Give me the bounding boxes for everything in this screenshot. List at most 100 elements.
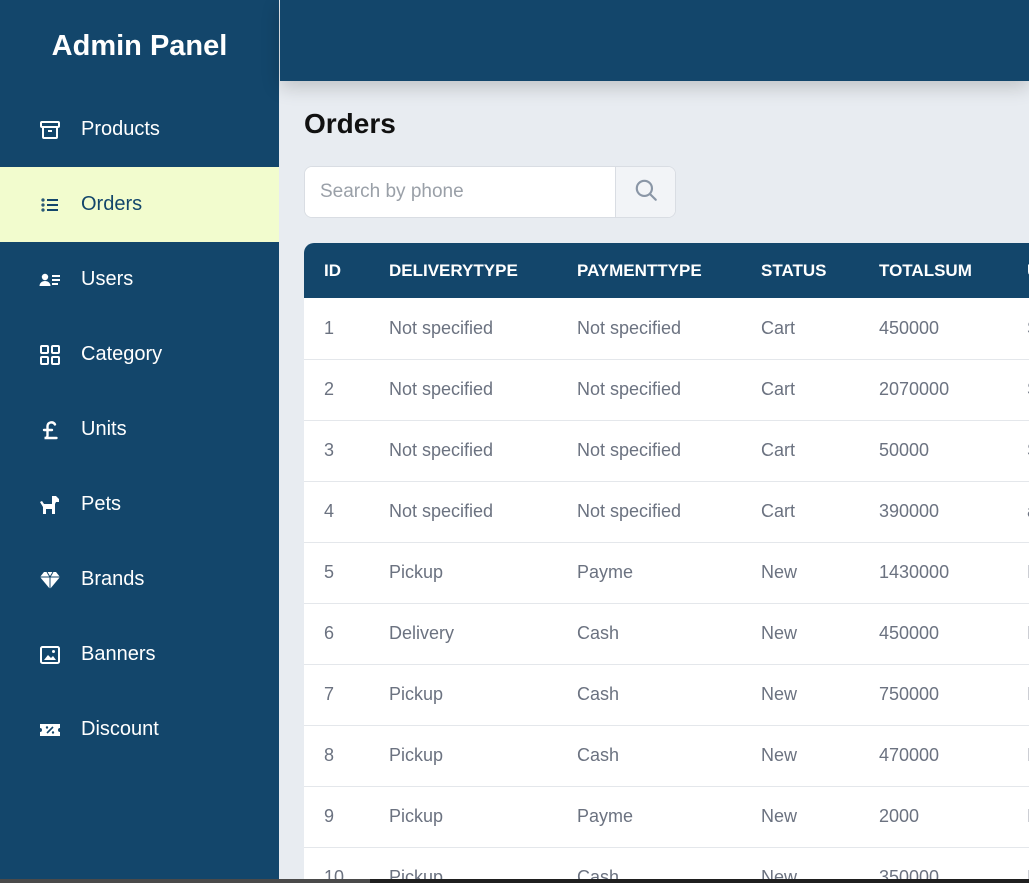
cell-total-sum: 450000 bbox=[879, 317, 940, 338]
user-list-icon bbox=[38, 268, 62, 292]
cell-id: 8 bbox=[324, 745, 335, 765]
top-header bbox=[280, 0, 1029, 81]
cell-total-sum: 750000 bbox=[879, 684, 940, 704]
table-row[interactable]: 9 Pickup Payme New 2000 I bbox=[304, 786, 1029, 847]
cell-status: Cart bbox=[761, 317, 796, 338]
sidebar-item-brands[interactable]: Brands bbox=[0, 542, 279, 617]
sidebar-item-discount[interactable]: Discount bbox=[0, 692, 279, 767]
cell-delivery-type: Pickup bbox=[389, 562, 444, 582]
diamond-icon bbox=[38, 568, 62, 592]
sidebar-item-users[interactable]: Users bbox=[0, 242, 279, 317]
list-icon bbox=[38, 193, 62, 217]
search-button[interactable] bbox=[615, 167, 675, 217]
sidebar-item-units[interactable]: Units bbox=[0, 392, 279, 467]
pound-icon bbox=[38, 418, 62, 442]
table-row[interactable]: 6 Delivery Cash New 450000 I bbox=[304, 603, 1029, 664]
sidebar-item-banners[interactable]: Banners bbox=[0, 617, 279, 692]
sidebar-item-label: Category bbox=[81, 343, 163, 365]
search-icon bbox=[633, 177, 659, 208]
cell-status: New bbox=[761, 745, 798, 765]
cell-total-sum: 50000 bbox=[879, 440, 930, 460]
sidebar-item-category[interactable]: Category bbox=[0, 317, 279, 392]
cell-payment-type: Not specified bbox=[577, 379, 682, 399]
cell-payment-type: Cash bbox=[577, 745, 620, 765]
cell-payment-type: Not specified bbox=[577, 317, 682, 338]
sidebar-item-label: Pets bbox=[81, 493, 122, 515]
column-header-paymenttype[interactable]: PAYMENTTYPE bbox=[557, 243, 741, 298]
cell-status: Cart bbox=[761, 379, 796, 399]
archive-icon bbox=[38, 118, 62, 142]
orders-table: ID DELIVERYTYPE PAYMENTTYPE STATUS TOTAL… bbox=[304, 243, 1029, 879]
cell-status: New bbox=[761, 684, 798, 704]
cell-truncated: I bbox=[1007, 542, 1029, 603]
cell-delivery-type: Not specified bbox=[389, 379, 494, 399]
sidebar-item-label: Orders bbox=[81, 193, 143, 215]
table-row[interactable]: 4 Not specified Not specified Cart 390000 a bbox=[304, 481, 1029, 542]
cell-payment-type: Payme bbox=[577, 806, 634, 826]
cell-total-sum: 2070000 bbox=[879, 379, 950, 399]
cell-payment-type: Cash bbox=[577, 684, 620, 704]
cell-id: 10 bbox=[324, 867, 345, 879]
column-header-deliverytype[interactable]: DELIVERYTYPE bbox=[369, 243, 557, 298]
table-header-row: ID DELIVERYTYPE PAYMENTTYPE STATUS TOTAL… bbox=[304, 243, 1029, 298]
dog-icon bbox=[38, 493, 62, 517]
cell-payment-type: Not specified bbox=[577, 440, 682, 460]
cell-status: New bbox=[761, 806, 798, 826]
sidebar-item-label: Banners bbox=[81, 643, 156, 665]
orders-table-container: ID DELIVERYTYPE PAYMENTTYPE STATUS TOTAL… bbox=[304, 243, 1029, 879]
cell-payment-type: Cash bbox=[577, 867, 620, 879]
sidebar-item-pets[interactable]: Pets bbox=[0, 467, 279, 542]
table-row[interactable]: 3 Not specified Not specified Cart 50000 S bbox=[304, 420, 1029, 481]
cell-truncated: I bbox=[1007, 603, 1029, 664]
cell-total-sum: 350000 bbox=[879, 867, 940, 879]
column-header-truncated[interactable]: U bbox=[1007, 243, 1029, 298]
search-input[interactable] bbox=[305, 167, 616, 217]
cell-delivery-type: Not specified bbox=[389, 317, 494, 338]
cell-id: 3 bbox=[324, 440, 335, 460]
cell-total-sum: 450000 bbox=[879, 623, 940, 643]
cell-truncated: I bbox=[1007, 847, 1029, 879]
column-header-id[interactable]: ID bbox=[304, 243, 369, 298]
cell-total-sum: 390000 bbox=[879, 501, 940, 521]
cell-delivery-type: Not specified bbox=[389, 501, 494, 521]
cell-delivery-type: Not specified bbox=[389, 440, 494, 460]
cell-delivery-type: Pickup bbox=[389, 806, 444, 826]
sidebar-item-label: Units bbox=[81, 418, 127, 440]
cell-id: 5 bbox=[324, 562, 335, 582]
cell-truncated: S bbox=[1007, 359, 1029, 420]
column-header-status[interactable]: STATUS bbox=[741, 243, 859, 298]
cell-truncated: I bbox=[1007, 725, 1029, 786]
cell-truncated: S bbox=[1007, 420, 1029, 481]
table-row[interactable]: 1 Not specified Not specified Cart 450000 S bbox=[304, 298, 1029, 359]
cell-delivery-type: Pickup bbox=[389, 867, 444, 879]
horizontal-scrollbar[interactable] bbox=[0, 879, 1029, 883]
cell-delivery-type: Pickup bbox=[389, 684, 444, 704]
column-header-totalsum[interactable]: TOTALSUM bbox=[859, 243, 1007, 298]
cell-id: 6 bbox=[324, 623, 335, 643]
cell-truncated: a bbox=[1007, 481, 1029, 542]
image-icon bbox=[38, 643, 62, 667]
cell-total-sum: 2000 bbox=[879, 806, 920, 826]
scrollbar-thumb[interactable] bbox=[0, 879, 370, 883]
cell-truncated: I bbox=[1007, 786, 1029, 847]
table-row[interactable]: 5 Pickup Payme New 1430000 I bbox=[304, 542, 1029, 603]
cell-total-sum: 1430000 bbox=[879, 562, 950, 582]
grid-icon bbox=[38, 343, 62, 367]
sidebar-item-label: Discount bbox=[81, 718, 159, 740]
sidebar-item-orders[interactable]: Orders bbox=[0, 167, 279, 242]
cell-status: Cart bbox=[761, 440, 796, 460]
cell-status: New bbox=[761, 623, 798, 643]
cell-total-sum: 470000 bbox=[879, 745, 940, 765]
sidebar-item-products[interactable]: Products bbox=[0, 92, 279, 167]
sidebar: Admin Panel Products Orders Users Catego… bbox=[0, 0, 279, 879]
search-bar bbox=[304, 166, 676, 218]
table-row[interactable]: 8 Pickup Cash New 470000 I bbox=[304, 725, 1029, 786]
cell-status: New bbox=[761, 562, 798, 582]
table-row[interactable]: 2 Not specified Not specified Cart 2070000 S bbox=[304, 359, 1029, 420]
cell-payment-type: Cash bbox=[577, 623, 620, 643]
cell-truncated: S bbox=[1007, 298, 1029, 359]
table-row[interactable]: 10 Pickup Cash New 350000 I bbox=[304, 847, 1029, 879]
table-row[interactable]: 7 Pickup Cash New 750000 I bbox=[304, 664, 1029, 725]
cell-status: New bbox=[761, 867, 798, 879]
cell-payment-type: Payme bbox=[577, 562, 634, 582]
